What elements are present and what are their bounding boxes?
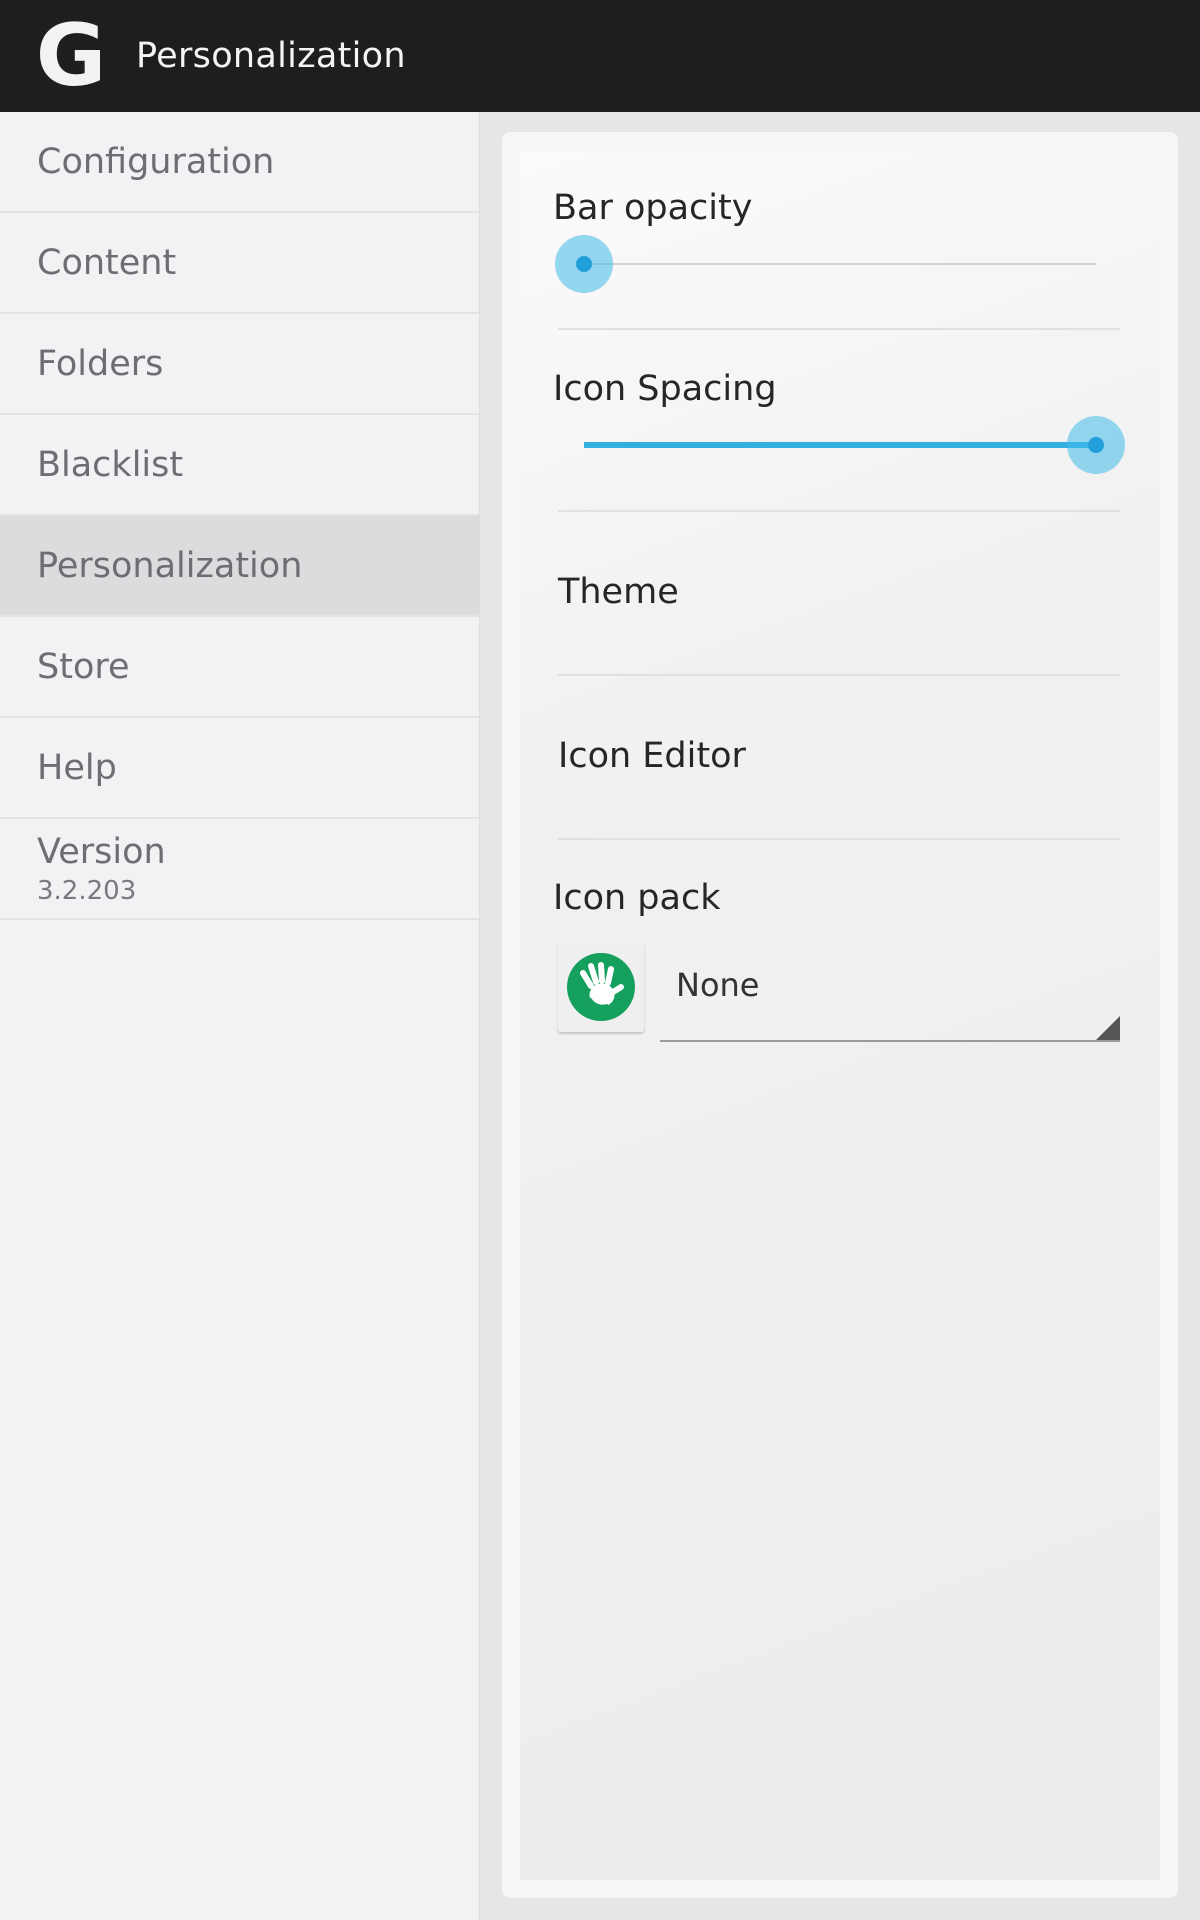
icon-pack-preview [558, 942, 644, 1032]
nav-item-label: Store [37, 646, 130, 687]
theme-title: Theme [558, 572, 679, 612]
slider-track [584, 263, 1096, 265]
icon-pack-title: Icon pack [553, 878, 721, 918]
nav-item-content[interactable]: Content [0, 213, 479, 314]
bar-opacity-slider[interactable] [555, 235, 1096, 293]
version-value: 3.2.203 [37, 875, 137, 906]
hand-icon [567, 953, 635, 1021]
action-bar: G Personalization [0, 0, 1200, 112]
nav-item-label: Personalization [37, 545, 303, 586]
bar-opacity-preference: Bar opacity [553, 172, 1120, 330]
action-bar-title: Personalization [136, 36, 406, 76]
nav-item-folders[interactable]: Folders [0, 314, 479, 415]
nav-item-store[interactable]: Store [0, 617, 479, 718]
slider-fill [584, 442, 1096, 448]
nav-item-label: Blacklist [37, 444, 184, 485]
icon-editor-title: Icon Editor [558, 736, 746, 776]
theme-preference[interactable]: Theme [558, 512, 1120, 676]
icon-spacing-preference: Icon Spacing [553, 330, 1125, 512]
icon-spacing-title: Icon Spacing [553, 369, 777, 409]
bar-opacity-title: Bar opacity [553, 188, 753, 228]
slider-thumb[interactable] [1067, 416, 1125, 474]
icon-pack-dropdown[interactable]: None [660, 950, 1120, 1042]
nav-item-blacklist[interactable]: Blacklist [0, 415, 479, 516]
nav-item-personalization[interactable]: Personalization [0, 516, 479, 617]
dropdown-corner-icon [1096, 1016, 1120, 1040]
icon-editor-preference[interactable]: Icon Editor [558, 676, 1120, 840]
slider-thumb[interactable] [555, 235, 613, 293]
nav-item-label: Help [37, 747, 117, 788]
nav-item-label: Content [37, 242, 177, 283]
nav-sidebar: Configuration Content Folders Blacklist … [0, 112, 480, 1920]
icon-spacing-slider[interactable] [584, 416, 1125, 474]
icon-pack-selected: None [676, 966, 760, 1004]
app-logo-icon[interactable]: G [36, 13, 107, 99]
version-label: Version [37, 831, 166, 872]
nav-item-configuration[interactable]: Configuration [0, 112, 479, 213]
nav-item-label: Folders [37, 343, 164, 384]
nav-item-help[interactable]: Help [0, 718, 479, 819]
nav-item-label: Configuration [37, 141, 275, 182]
nav-item-version: Version 3.2.203 [0, 819, 479, 920]
